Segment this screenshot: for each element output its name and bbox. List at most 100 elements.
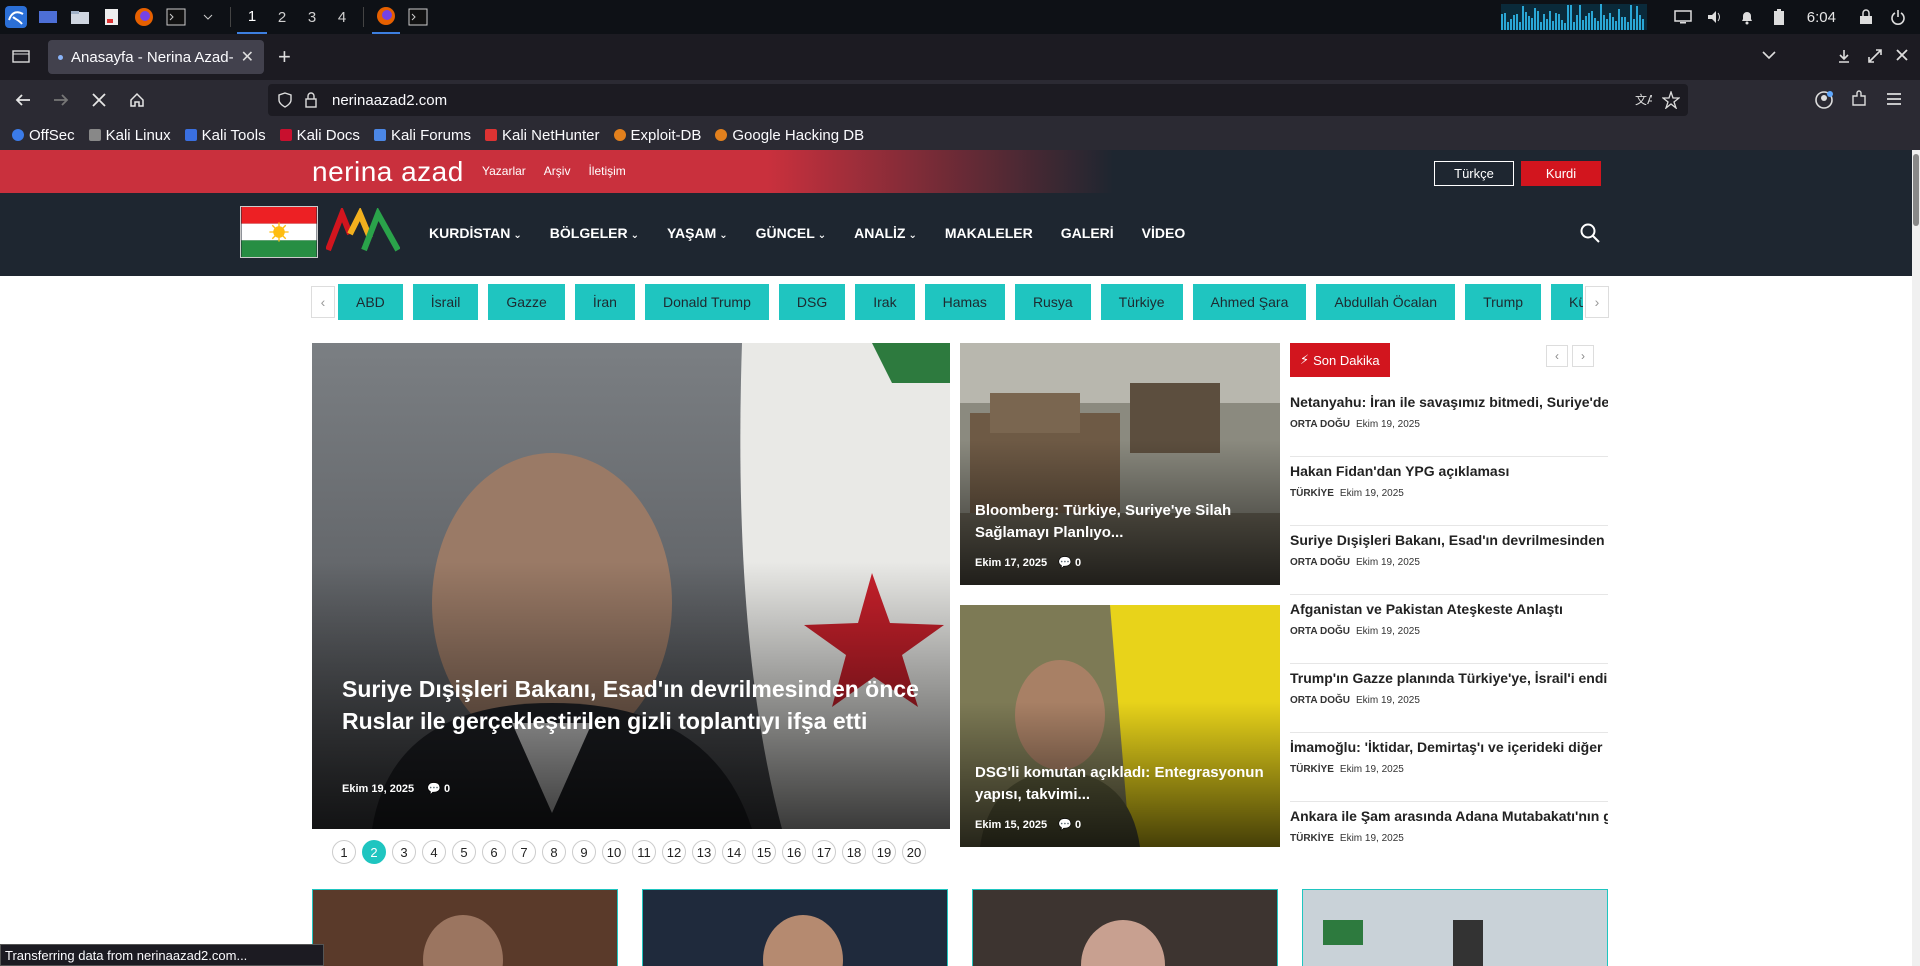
bottom-card[interactable] (642, 889, 948, 966)
workspace-3[interactable]: 3 (297, 0, 327, 34)
file-manager-icon[interactable] (66, 3, 94, 31)
page-scrollbar[interactable] (1912, 150, 1920, 966)
list-item[interactable]: İmamoğlu: 'İktidar, Demirtaş'ı ve içerid… (1290, 733, 1608, 802)
page-dot[interactable]: 15 (752, 840, 776, 864)
power-icon[interactable] (1884, 3, 1912, 31)
article-card[interactable]: DSG'li komutan açıkladı: Entegrasyonun y… (960, 605, 1280, 847)
page-dot[interactable]: 13 (692, 840, 716, 864)
home-button[interactable] (122, 85, 152, 115)
clock[interactable]: 6:04 (1807, 9, 1836, 26)
page-dot[interactable]: 5 (452, 840, 476, 864)
menu-kurdistan[interactable]: KURDİSTAN ⌄ (429, 225, 522, 241)
translate-icon[interactable]: 文A (1634, 92, 1652, 108)
tab-overview-icon[interactable] (12, 48, 30, 64)
link-iletisim[interactable]: İletişim (588, 164, 625, 178)
link-arsiv[interactable]: Arşiv (544, 164, 571, 178)
tag-item[interactable]: Ahmed Şara (1192, 284, 1307, 320)
list-item[interactable]: Netanyahu: İran ile savaşımız bitmedi, S… (1290, 388, 1608, 457)
kali-menu-icon[interactable] (2, 3, 30, 31)
bookmark-kali-nethunter[interactable]: Kali NetHunter (484, 127, 600, 144)
tag-item[interactable]: Gazze (488, 284, 565, 320)
bookmark-exploit-db[interactable]: Exploit-DB (613, 127, 701, 144)
bookmark-kali-docs[interactable]: Kali Docs (279, 127, 360, 144)
tag-prev-button[interactable]: ‹ (311, 286, 335, 318)
page-dot[interactable]: 14 (722, 840, 746, 864)
page-dot[interactable]: 4 (422, 840, 446, 864)
tag-item[interactable]: Hamas (924, 284, 1005, 320)
page-dot[interactable]: 3 (392, 840, 416, 864)
workspace-2[interactable]: 2 (267, 0, 297, 34)
page-dot[interactable]: 9 (572, 840, 596, 864)
close-window-icon[interactable] (1896, 49, 1908, 61)
hamburger-menu-icon[interactable] (1886, 92, 1902, 106)
list-item[interactable]: Afganistan ve Pakistan Ateşkeste Anlaştı… (1290, 595, 1608, 664)
page-dot[interactable]: 19 (872, 840, 896, 864)
bookmark-kali-forums[interactable]: Kali Forums (373, 127, 471, 144)
lock-icon[interactable] (304, 92, 318, 108)
bottom-card[interactable] (1302, 889, 1608, 966)
lang-turkce-button[interactable]: Türkçe (1434, 161, 1514, 186)
shield-icon[interactable] (278, 92, 292, 108)
page-dot[interactable]: 8 (542, 840, 566, 864)
page-dot[interactable]: 10 (602, 840, 626, 864)
page-dot-active[interactable]: 2 (362, 840, 386, 864)
extensions-icon[interactable] (1850, 90, 1868, 108)
bookmark-offsec[interactable]: OffSec (12, 127, 75, 144)
new-tab-button[interactable]: + (278, 44, 291, 70)
workspace-1[interactable]: 1 (237, 0, 267, 34)
menu-analiz[interactable]: ANALİZ ⌄ (854, 225, 917, 241)
page-dot[interactable]: 17 (812, 840, 836, 864)
list-tabs-icon[interactable] (1762, 50, 1776, 60)
close-tab-icon[interactable]: ✕ (241, 47, 254, 67)
list-item[interactable]: Ankara ile Şam arasında Adana Mutabakatı… (1290, 802, 1608, 871)
bottom-card[interactable] (312, 889, 618, 966)
battery-icon[interactable] (1765, 3, 1793, 31)
bookmark-google-hacking-db[interactable]: Google Hacking DB (715, 127, 864, 144)
list-item[interactable]: Suriye Dışişleri Bakanı, Esad'ın devrilm… (1290, 526, 1608, 595)
page-dot[interactable]: 20 (902, 840, 926, 864)
display-icon[interactable] (1669, 3, 1697, 31)
scrollbar-thumb[interactable] (1913, 154, 1919, 226)
search-icon[interactable] (1580, 223, 1600, 243)
bookmark-kali-linux[interactable]: Kali Linux (88, 127, 171, 144)
list-item[interactable]: Trump'ın Gazze planında Türkiye'ye, İsra… (1290, 664, 1608, 733)
star-icon[interactable] (1662, 91, 1680, 109)
menu-bolgeler[interactable]: BÖLGELER ⌄ (550, 225, 639, 241)
browser-tab-active[interactable]: Anasayfa - Nerina Azad- T ✕ (48, 40, 264, 74)
page-dot[interactable]: 16 (782, 840, 806, 864)
page-dot[interactable]: 6 (482, 840, 506, 864)
tag-item[interactable]: Kürt (1551, 284, 1583, 320)
site-logo-text[interactable]: nerina azad (312, 156, 464, 188)
card-title[interactable]: DSG'li komutan açıkladı: Entegrasyonun y… (975, 762, 1265, 806)
menu-yasam[interactable]: YAŞAM ⌄ (667, 225, 728, 241)
article-card[interactable]: Bloomberg: Türkiye, Suriye'ye Silah Sağl… (960, 343, 1280, 585)
back-button[interactable] (8, 85, 38, 115)
bell-icon[interactable] (1733, 3, 1761, 31)
tag-item[interactable]: DSG (778, 284, 846, 320)
menu-makaleler[interactable]: MAKALELER (945, 225, 1033, 241)
stop-button[interactable] (84, 85, 114, 115)
tag-item[interactable]: İsrail (412, 284, 479, 320)
page-dot[interactable]: 11 (632, 840, 656, 864)
chevron-down-icon[interactable] (194, 3, 222, 31)
page-dot[interactable]: 1 (332, 840, 356, 864)
tag-item[interactable]: ABD (338, 284, 403, 320)
page-dot[interactable]: 12 (662, 840, 686, 864)
tag-item[interactable]: Abdullah Öcalan (1316, 284, 1456, 320)
account-icon[interactable] (1814, 90, 1834, 110)
volume-icon[interactable] (1701, 3, 1729, 31)
page-dot[interactable]: 7 (512, 840, 536, 864)
url-bar[interactable]: nerinaazad2.com 文A (268, 84, 1688, 116)
tag-item[interactable]: Donald Trump (644, 284, 769, 320)
menu-galeri[interactable]: GALERİ (1061, 225, 1114, 241)
tag-item[interactable]: İran (574, 284, 635, 320)
na-logo-icon[interactable] (326, 208, 400, 252)
page-dot[interactable]: 18 (842, 840, 866, 864)
lock-icon[interactable] (1852, 3, 1880, 31)
hero-title[interactable]: Suriye Dışişleri Bakanı, Esad'ın devrilm… (342, 673, 932, 737)
firefox-launcher-icon[interactable] (130, 3, 158, 31)
terminal-window-icon[interactable] (404, 3, 432, 31)
tag-item[interactable]: Rusya (1014, 284, 1091, 320)
breaking-prev-button[interactable]: ‹ (1546, 345, 1568, 367)
link-yazarlar[interactable]: Yazarlar (482, 164, 526, 178)
